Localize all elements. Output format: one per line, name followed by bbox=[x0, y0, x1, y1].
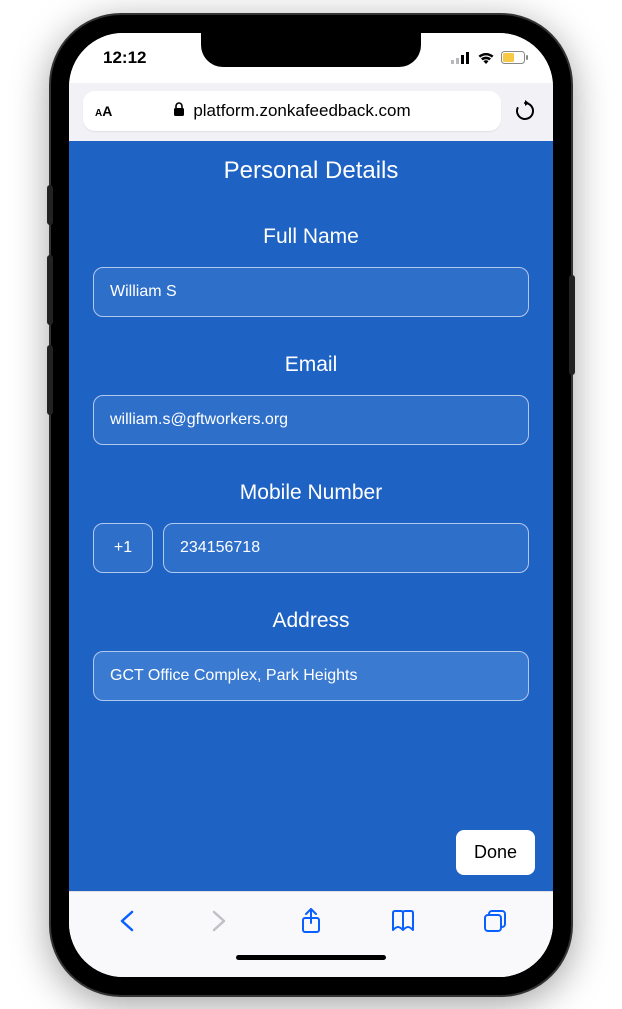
lock-icon bbox=[173, 102, 185, 119]
address-group: Address bbox=[93, 609, 529, 701]
status-time: 12:12 bbox=[103, 48, 146, 68]
browser-bar: AA platform.zonkafeedback.com bbox=[69, 83, 553, 141]
wifi-icon bbox=[477, 51, 495, 64]
country-code-select[interactable]: +1 bbox=[93, 523, 153, 573]
page-content: Personal Details Full Name Email Mobile … bbox=[69, 141, 553, 891]
email-group: Email bbox=[93, 353, 529, 445]
browser-toolbar bbox=[69, 891, 553, 951]
tabs-button[interactable] bbox=[475, 901, 515, 941]
side-button bbox=[47, 185, 53, 225]
address-input[interactable] bbox=[93, 651, 529, 701]
reload-button[interactable] bbox=[511, 97, 539, 125]
fullname-group: Full Name bbox=[93, 225, 529, 317]
url-text: platform.zonkafeedback.com bbox=[193, 101, 410, 121]
back-button[interactable] bbox=[107, 901, 147, 941]
address-label: Address bbox=[93, 609, 529, 633]
page-title: Personal Details bbox=[93, 157, 529, 185]
notch bbox=[201, 33, 421, 67]
volume-up-button bbox=[47, 255, 53, 325]
volume-down-button bbox=[47, 345, 53, 415]
share-button[interactable] bbox=[291, 901, 331, 941]
done-button[interactable]: Done bbox=[456, 830, 535, 875]
mobile-label: Mobile Number bbox=[93, 481, 529, 505]
home-indicator[interactable] bbox=[236, 955, 386, 960]
fullname-label: Full Name bbox=[93, 225, 529, 249]
forward-button[interactable] bbox=[199, 901, 239, 941]
bookmarks-button[interactable] bbox=[383, 901, 423, 941]
mobile-group: Mobile Number +1 bbox=[93, 481, 529, 573]
status-icons bbox=[451, 51, 529, 64]
mobile-input[interactable] bbox=[163, 523, 529, 573]
text-size-button[interactable]: AA bbox=[95, 103, 112, 119]
fullname-input[interactable] bbox=[93, 267, 529, 317]
phone-frame: 12:12 AA platform.zonkafeedback.com bbox=[51, 15, 571, 995]
power-button bbox=[569, 275, 575, 375]
url-bar[interactable]: AA platform.zonkafeedback.com bbox=[83, 91, 501, 131]
email-input[interactable] bbox=[93, 395, 529, 445]
battery-icon bbox=[501, 51, 529, 64]
email-label: Email bbox=[93, 353, 529, 377]
home-indicator-area bbox=[69, 951, 553, 977]
screen: 12:12 AA platform.zonkafeedback.com bbox=[69, 33, 553, 977]
signal-icon bbox=[451, 52, 471, 64]
